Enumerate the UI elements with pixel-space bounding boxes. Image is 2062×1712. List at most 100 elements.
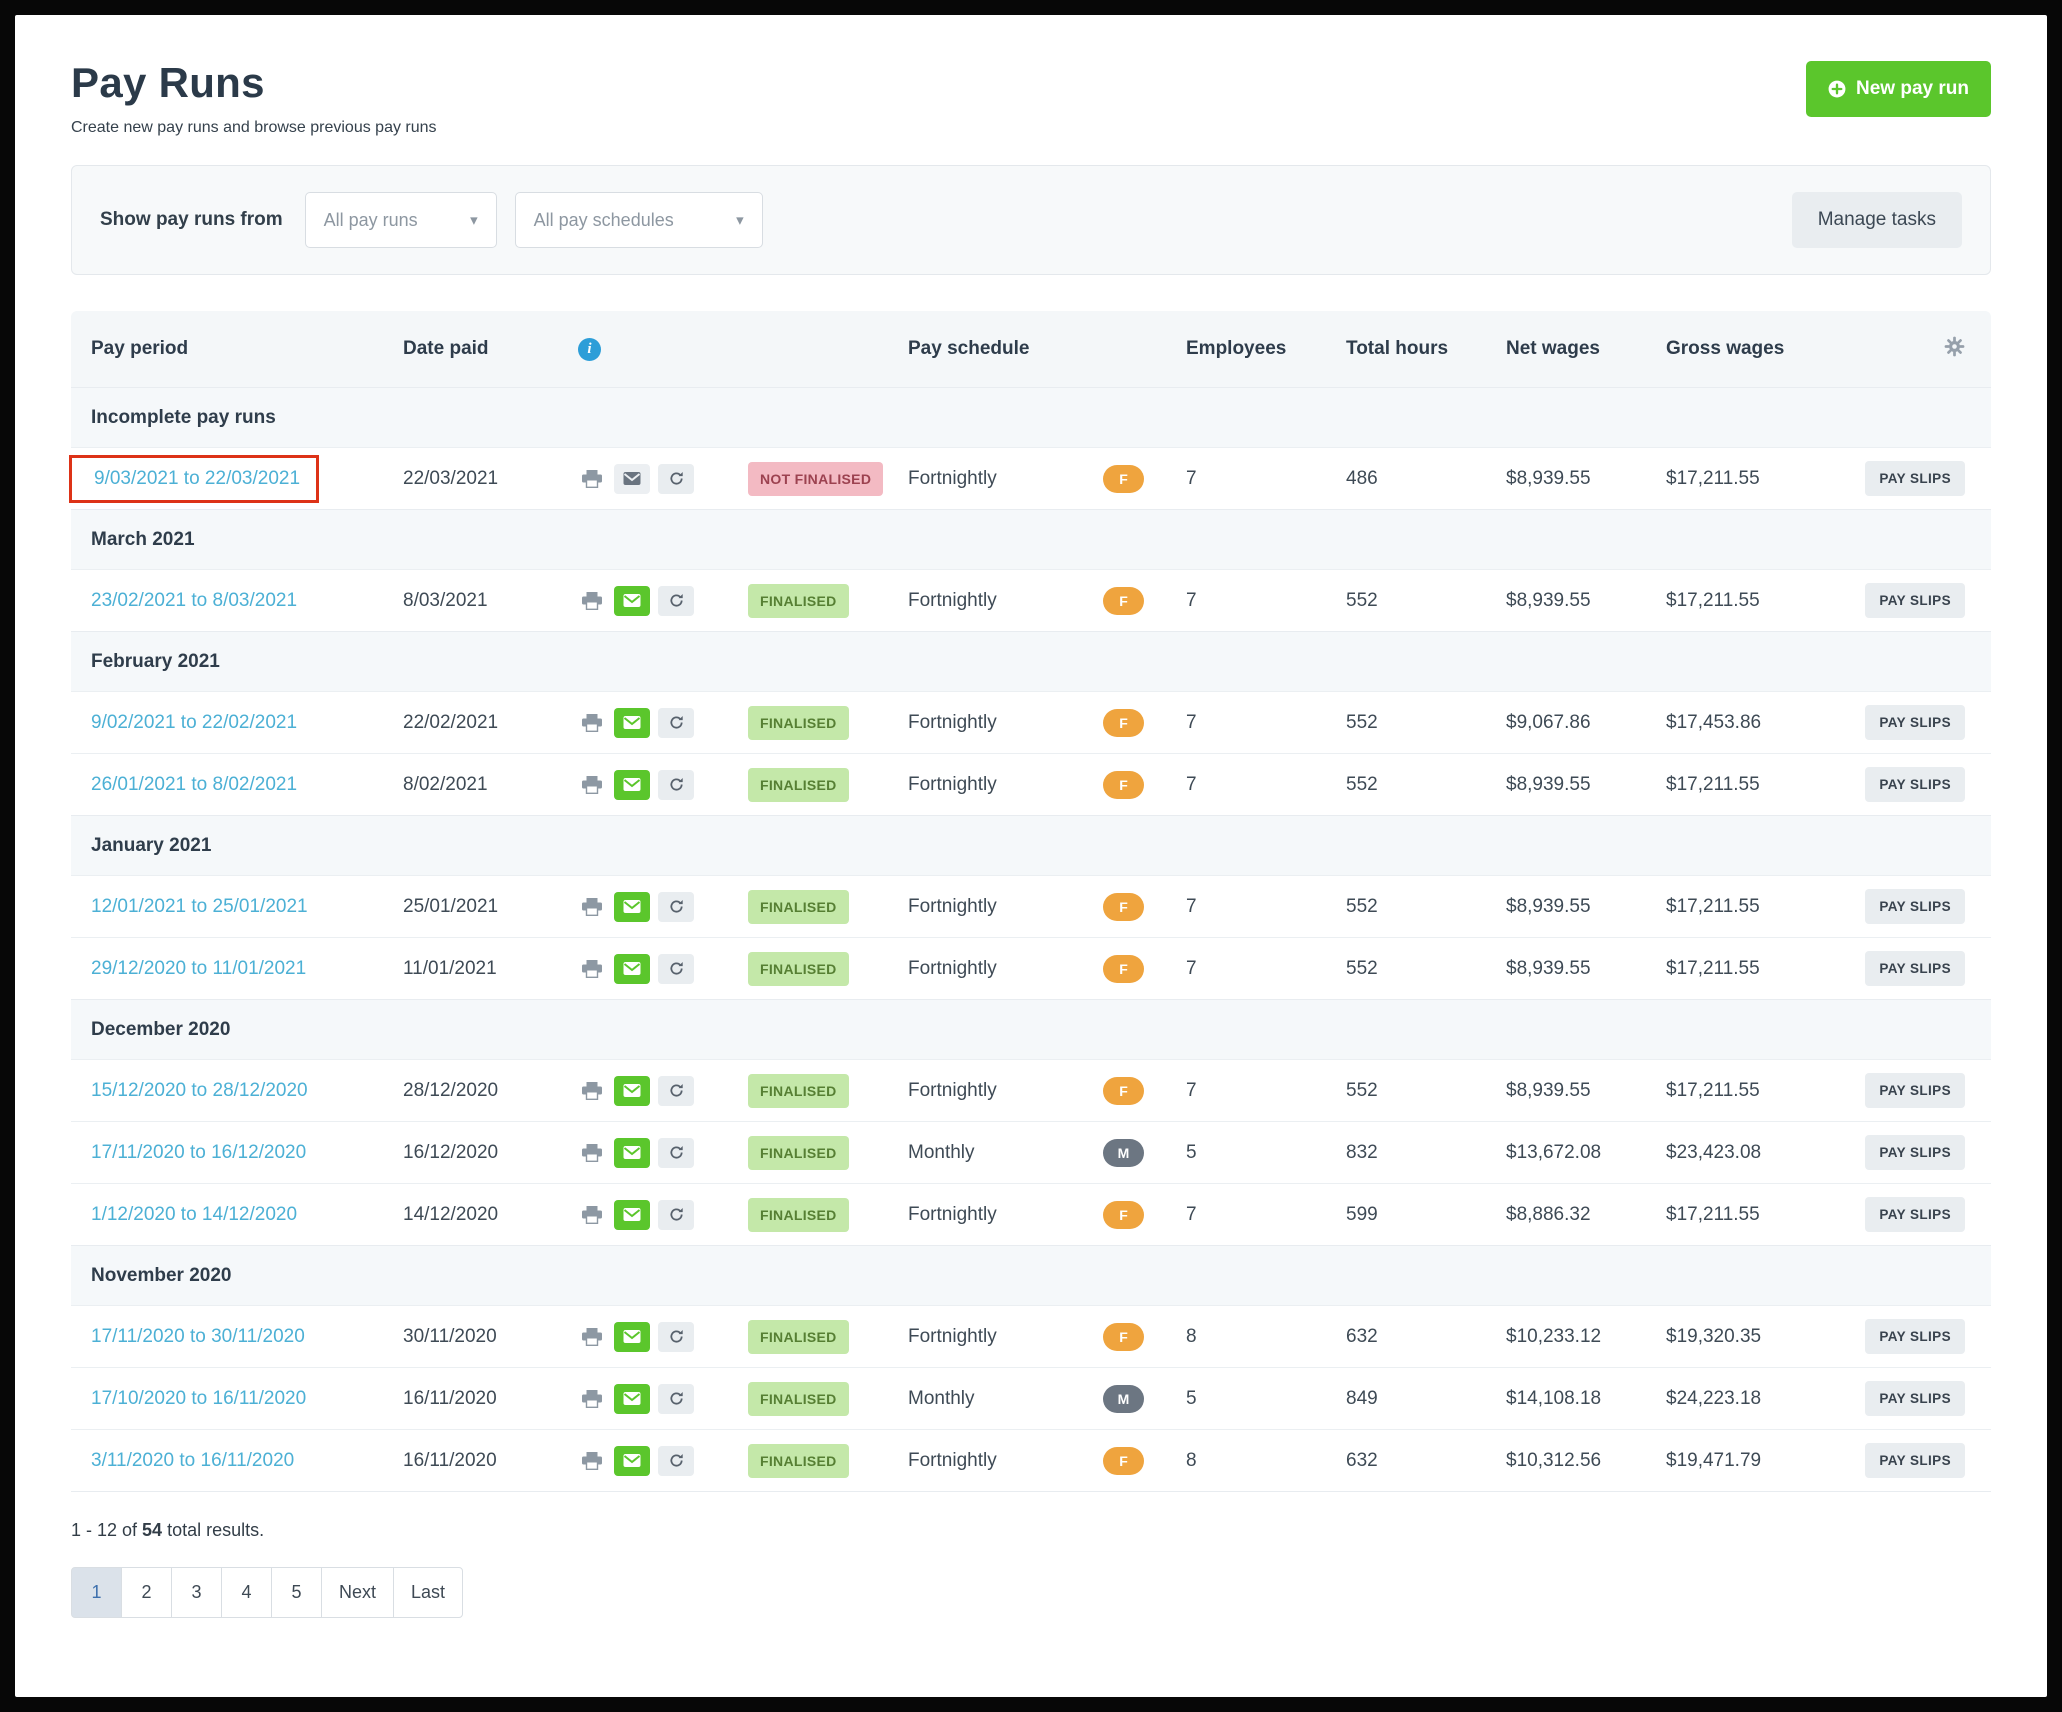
pay-period-link[interactable]: 26/01/2021 to 8/02/2021: [91, 774, 297, 796]
recurring-icon[interactable]: [658, 586, 694, 616]
email-icon[interactable]: [614, 1138, 650, 1168]
email-icon[interactable]: [614, 892, 650, 922]
pay-period-cell: 1/12/2020 to 14/12/2020: [71, 1204, 403, 1226]
pagination-button[interactable]: Next: [321, 1567, 394, 1618]
pay-period-link[interactable]: 15/12/2020 to 28/12/2020: [91, 1080, 308, 1102]
status-badge: FINALISED: [748, 1382, 849, 1416]
printer-icon[interactable]: [578, 1076, 606, 1106]
pay-slips-button[interactable]: PAY SLIPS: [1865, 1319, 1965, 1354]
pay-slips-button[interactable]: PAY SLIPS: [1865, 889, 1965, 924]
pay-run-row: 26/01/2021 to 8/02/2021 8/02/2021: [71, 753, 1991, 815]
schedule-badge: F: [1103, 709, 1144, 737]
pay-slips-cell: PAY SLIPS: [1823, 461, 1991, 496]
date-paid-cell: 30/11/2020: [403, 1326, 563, 1348]
printer-icon[interactable]: [578, 1446, 606, 1476]
pay-slips-button[interactable]: PAY SLIPS: [1865, 767, 1965, 802]
email-icon[interactable]: [614, 708, 650, 738]
pay-slips-button[interactable]: PAY SLIPS: [1865, 1443, 1965, 1478]
pay-runs-filter-select[interactable]: All pay runs ▾: [305, 192, 497, 248]
printer-icon[interactable]: [578, 1322, 606, 1352]
pay-slips-button[interactable]: PAY SLIPS: [1865, 1135, 1965, 1170]
pay-period-link[interactable]: 3/11/2020 to 16/11/2020: [91, 1450, 294, 1472]
pay-slips-button[interactable]: PAY SLIPS: [1865, 1073, 1965, 1108]
employees-cell: 8: [1178, 1326, 1338, 1348]
gross-wages-cell: $17,211.55: [1658, 774, 1823, 796]
pay-period-link[interactable]: 29/12/2020 to 11/01/2021: [91, 958, 306, 980]
page-header: Pay Runs Create new pay runs and browse …: [71, 51, 1991, 165]
pay-slips-button[interactable]: PAY SLIPS: [1865, 461, 1965, 496]
recurring-icon[interactable]: [658, 464, 694, 494]
schedule-badge: M: [1103, 1385, 1144, 1413]
net-wages-cell: $13,672.08: [1498, 1142, 1658, 1164]
email-icon[interactable]: [614, 586, 650, 616]
recurring-icon[interactable]: [658, 1384, 694, 1414]
email-icon[interactable]: [614, 1446, 650, 1476]
pay-period-cell: 12/01/2021 to 25/01/2021: [71, 896, 403, 918]
printer-icon[interactable]: [578, 892, 606, 922]
new-pay-run-button[interactable]: New pay run: [1806, 61, 1991, 117]
printer-icon[interactable]: [578, 708, 606, 738]
printer-icon[interactable]: [578, 1384, 606, 1414]
printer-icon[interactable]: [578, 1138, 606, 1168]
email-icon[interactable]: [614, 1322, 650, 1352]
employees-cell: 7: [1178, 1204, 1338, 1226]
pay-period-link[interactable]: 17/11/2020 to 16/12/2020: [91, 1142, 306, 1164]
email-icon[interactable]: [614, 954, 650, 984]
email-icon[interactable]: [614, 1200, 650, 1230]
manage-tasks-button[interactable]: Manage tasks: [1792, 192, 1962, 248]
recurring-icon[interactable]: [658, 954, 694, 984]
pay-period-link[interactable]: 17/10/2020 to 16/11/2020: [91, 1388, 306, 1410]
pay-run-row: 9/03/2021 to 22/03/2021 22/03/2021: [71, 447, 1991, 509]
recurring-icon[interactable]: [658, 708, 694, 738]
recurring-icon[interactable]: [658, 892, 694, 922]
email-icon[interactable]: [614, 464, 650, 494]
recurring-icon[interactable]: [658, 1076, 694, 1106]
printer-icon[interactable]: [578, 770, 606, 800]
pay-period-link[interactable]: 23/02/2021 to 8/03/2021: [91, 590, 297, 612]
pay-period-link[interactable]: 1/12/2020 to 14/12/2020: [91, 1204, 297, 1226]
pay-slips-button[interactable]: PAY SLIPS: [1865, 1197, 1965, 1232]
net-wages-cell: $9,067.86: [1498, 712, 1658, 734]
printer-icon[interactable]: [578, 464, 606, 494]
employees-cell: 7: [1178, 774, 1338, 796]
gross-wages-cell: $17,453.86: [1658, 712, 1823, 734]
email-icon[interactable]: [614, 1076, 650, 1106]
info-icon[interactable]: i: [578, 338, 601, 361]
total-hours-cell: 599: [1338, 1204, 1498, 1226]
recurring-icon[interactable]: [658, 1322, 694, 1352]
printer-icon[interactable]: [578, 586, 606, 616]
recurring-icon[interactable]: [658, 770, 694, 800]
recurring-icon[interactable]: [658, 1446, 694, 1476]
pay-schedules-filter-select[interactable]: All pay schedules ▾: [515, 192, 763, 248]
pay-slips-button[interactable]: PAY SLIPS: [1865, 583, 1965, 618]
pay-period-link[interactable]: 17/11/2020 to 30/11/2020: [91, 1326, 305, 1348]
printer-icon[interactable]: [578, 1200, 606, 1230]
gear-icon[interactable]: [1944, 336, 1965, 363]
pagination-button[interactable]: 2: [121, 1567, 172, 1618]
pay-slips-button[interactable]: PAY SLIPS: [1865, 705, 1965, 740]
pay-period-link[interactable]: 9/03/2021 to 22/03/2021: [94, 468, 300, 490]
pay-period-cell: 23/02/2021 to 8/03/2021: [71, 590, 403, 612]
pay-period-link[interactable]: 9/02/2021 to 22/02/2021: [91, 712, 297, 734]
page-title: Pay Runs: [71, 59, 437, 107]
pagination-button[interactable]: Last: [393, 1567, 463, 1618]
group-header-row: March 2021: [71, 509, 1991, 569]
pay-period-link[interactable]: 12/01/2021 to 25/01/2021: [91, 896, 308, 918]
recurring-icon[interactable]: [658, 1138, 694, 1168]
pay-slips-button[interactable]: PAY SLIPS: [1865, 951, 1965, 986]
status-cell: FINALISED: [748, 958, 908, 980]
pagination-button[interactable]: 3: [171, 1567, 222, 1618]
group-header-row: November 2020: [71, 1245, 1991, 1305]
recurring-icon[interactable]: [658, 1200, 694, 1230]
email-icon[interactable]: [614, 1384, 650, 1414]
pagination-button[interactable]: 5: [271, 1567, 322, 1618]
schedule-badge: F: [1103, 1201, 1144, 1229]
printer-icon[interactable]: [578, 954, 606, 984]
pagination-button[interactable]: 4: [221, 1567, 272, 1618]
schedule-badge-cell: F: [1103, 955, 1178, 983]
email-icon[interactable]: [614, 770, 650, 800]
schedule-badge-cell: F: [1103, 465, 1178, 493]
gross-wages-cell: $19,320.35: [1658, 1326, 1823, 1348]
pagination-button[interactable]: 1: [71, 1567, 122, 1618]
pay-slips-button[interactable]: PAY SLIPS: [1865, 1381, 1965, 1416]
